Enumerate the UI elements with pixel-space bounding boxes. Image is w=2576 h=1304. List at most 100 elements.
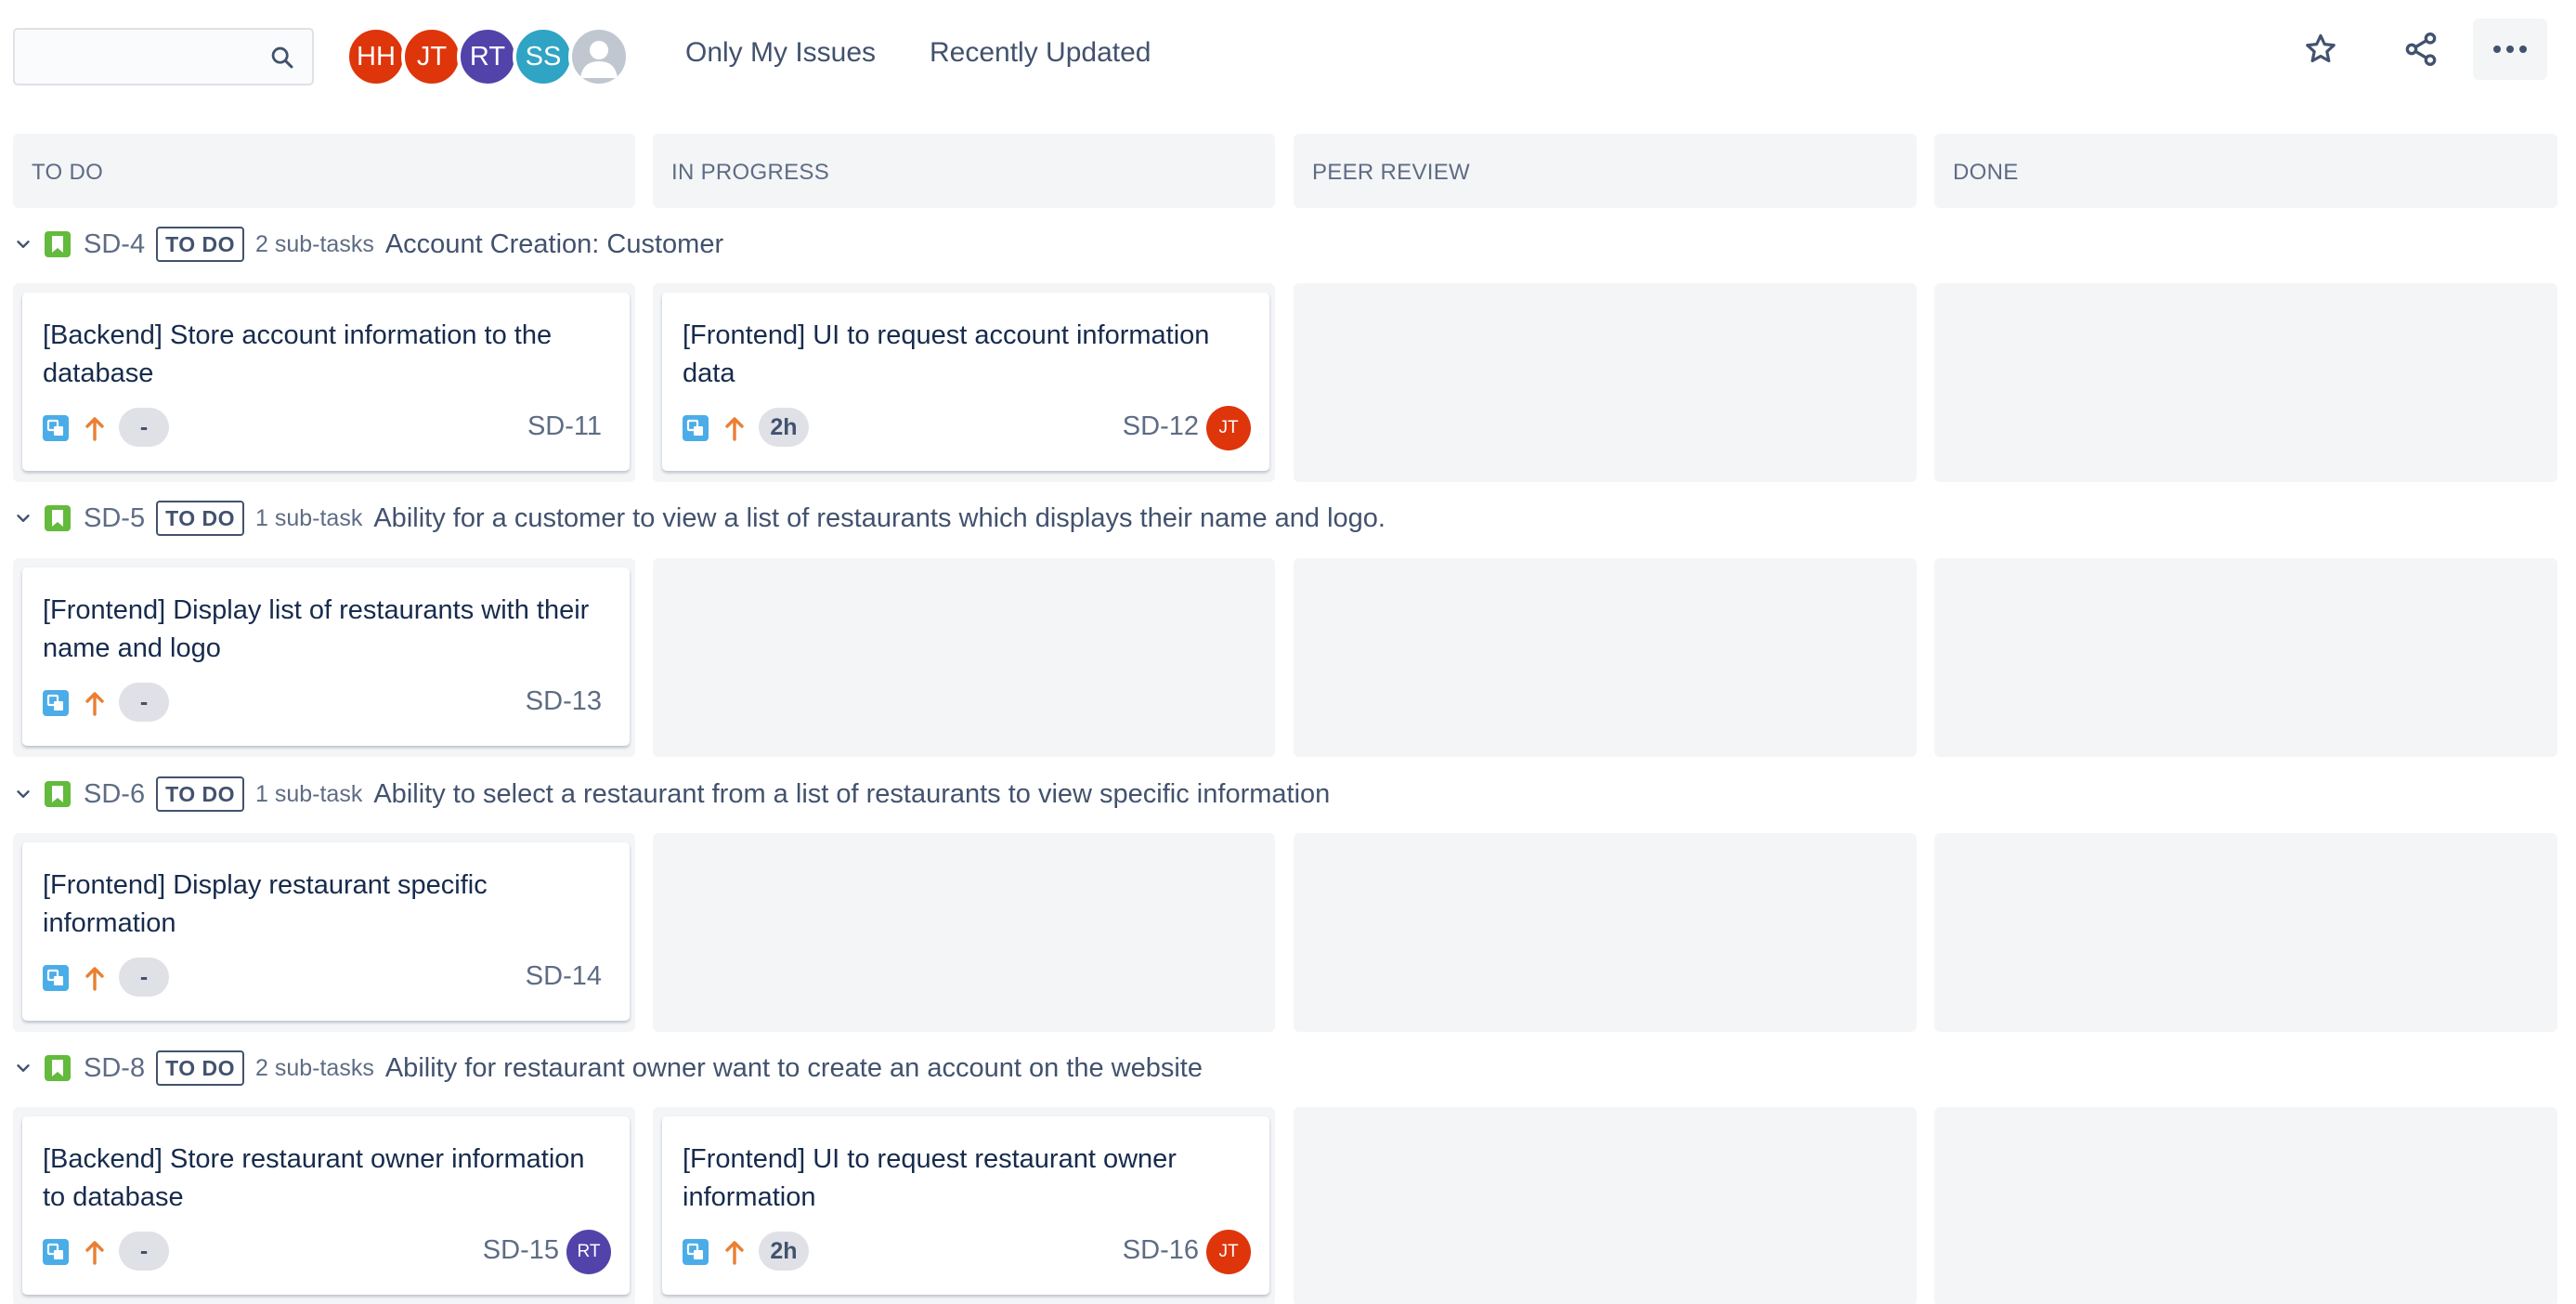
- search-box[interactable]: [13, 28, 314, 85]
- subtask-icon: [43, 415, 69, 441]
- story-icon: [45, 781, 71, 807]
- swimlane-summary[interactable]: Ability for a customer to view a list of…: [373, 503, 1386, 534]
- story-icon: [45, 1055, 71, 1081]
- board-cell-peer-review: [1294, 558, 1917, 757]
- issue-card[interactable]: [Frontend] UI to request account informa…: [662, 293, 1269, 471]
- status-badge: TO DO: [156, 227, 244, 262]
- avatar-initials: SS: [525, 41, 562, 72]
- column-header-peer-review: PEER REVIEW: [1294, 134, 1917, 208]
- subtask-icon: [43, 965, 69, 991]
- card-issue-key[interactable]: SD-15: [429, 1235, 559, 1266]
- chevron-down-icon[interactable]: [13, 1058, 33, 1078]
- card-title: [Backend] Store restaurant owner informa…: [43, 1144, 585, 1212]
- swimlane-summary[interactable]: Ability to select a restaurant from a li…: [373, 779, 1330, 810]
- assignee-avatar[interactable]: JT: [1206, 1230, 1251, 1274]
- avatar-filter[interactable]: RT: [457, 26, 518, 87]
- swimlane-issue-key[interactable]: SD-8: [84, 1053, 145, 1084]
- swimlane-issue-key[interactable]: SD-5: [84, 503, 145, 534]
- avatar-initials: RT: [469, 41, 506, 72]
- issue-card[interactable]: [Frontend] UI to request restaurant owne…: [662, 1116, 1269, 1295]
- estimate-badge: -: [119, 1232, 169, 1271]
- subtask-count: 1 sub-task: [255, 504, 363, 531]
- assignee-avatar[interactable]: RT: [566, 1230, 611, 1274]
- estimate-badge: -: [119, 958, 169, 997]
- priority-high-icon: [85, 1241, 104, 1265]
- quick-filter-recently-updated[interactable]: Recently Updated: [930, 37, 1151, 69]
- card-title: [Frontend] Display list of restaurants w…: [43, 595, 590, 663]
- chevron-down-icon[interactable]: [13, 234, 33, 254]
- subtask-count: 1 sub-task: [255, 780, 363, 807]
- share-button[interactable]: [2387, 19, 2455, 80]
- swimlane-header[interactable]: SD-4 TO DO 2 sub-tasks Account Creation:…: [13, 224, 723, 265]
- issue-card[interactable]: [Frontend] Display list of restaurants w…: [22, 567, 630, 746]
- more-actions-button[interactable]: [2473, 19, 2547, 80]
- card-issue-key[interactable]: SD-16: [1069, 1235, 1199, 1266]
- board-cell-done: [1934, 558, 2557, 757]
- assignee-avatar[interactable]: JT: [1206, 406, 1251, 450]
- priority-high-icon: [85, 692, 104, 716]
- swimlane-header[interactable]: SD-5 TO DO 1 sub-task Ability for a cust…: [13, 498, 1386, 539]
- avatar-filter[interactable]: JT: [401, 26, 462, 87]
- swimlane-issue-key[interactable]: SD-6: [84, 779, 145, 810]
- card-issue-key[interactable]: SD-11: [472, 411, 602, 442]
- board-cell-in-progress: [653, 833, 1275, 1032]
- board-cell-in-progress: [Frontend] UI to request restaurant owne…: [653, 1107, 1275, 1304]
- avatar-filter[interactable]: HH: [345, 26, 407, 87]
- estimate-badge: 2h: [759, 1232, 809, 1271]
- card-title: [Backend] Store account information to t…: [43, 320, 553, 388]
- story-icon: [45, 505, 71, 531]
- star-icon: [2306, 33, 2335, 63]
- board-cell-peer-review: [1294, 283, 1917, 482]
- avatar-filter-unassigned[interactable]: [568, 26, 630, 87]
- share-icon: [2405, 33, 2437, 67]
- estimate-badge: -: [119, 408, 169, 447]
- board-cell-todo: [Backend] Store account information to t…: [13, 283, 635, 482]
- priority-high-icon: [725, 1241, 744, 1265]
- board-toolbar: HH JT RT SS Only My Issues Recently Upda…: [0, 0, 2576, 121]
- column-header-in-progress: IN PROGRESS: [653, 134, 1275, 208]
- swimlane-issue-key[interactable]: SD-4: [84, 229, 145, 260]
- subtask-icon: [43, 690, 69, 716]
- issue-card[interactable]: [Backend] Store restaurant owner informa…: [22, 1116, 630, 1295]
- board-cell-peer-review: [1294, 1107, 1917, 1304]
- subtask-count: 2 sub-tasks: [255, 230, 374, 257]
- chevron-down-icon[interactable]: [13, 784, 33, 804]
- board-cell-done: [1934, 283, 2557, 482]
- story-icon: [45, 231, 71, 257]
- star-button[interactable]: [2286, 19, 2355, 80]
- card-issue-key[interactable]: SD-12: [1069, 411, 1199, 442]
- card-issue-key[interactable]: SD-14: [472, 961, 602, 992]
- avatar-initials: JT: [416, 41, 448, 72]
- board-cell-in-progress: [653, 558, 1275, 757]
- board-cell-todo: [Frontend] Display list of restaurants w…: [13, 558, 635, 757]
- estimate-badge: -: [119, 683, 169, 722]
- card-title: [Frontend] UI to request restaurant owne…: [683, 1144, 1177, 1212]
- subtask-icon: [43, 1239, 69, 1265]
- swimlane-summary[interactable]: Ability for restaurant owner want to cre…: [385, 1053, 1203, 1084]
- issue-card[interactable]: [Backend] Store account information to t…: [22, 293, 630, 471]
- card-issue-key[interactable]: SD-13: [472, 686, 602, 717]
- issue-card[interactable]: [Frontend] Display restaurant specific i…: [22, 842, 630, 1021]
- board-cell-todo: [Frontend] Display restaurant specific i…: [13, 833, 635, 1032]
- estimate-badge: 2h: [759, 408, 809, 447]
- board-cell-done: [1934, 833, 2557, 1032]
- swimlane-header[interactable]: SD-8 TO DO 2 sub-tasks Ability for resta…: [13, 1048, 1203, 1089]
- swimlane-summary[interactable]: Account Creation: Customer: [385, 229, 723, 260]
- board-cell-peer-review: [1294, 833, 1917, 1032]
- status-badge: TO DO: [156, 1050, 244, 1086]
- swimlane-header[interactable]: SD-6 TO DO 1 sub-task Ability to select …: [13, 774, 1330, 815]
- search-input[interactable]: [15, 30, 312, 84]
- chevron-down-icon[interactable]: [13, 508, 33, 528]
- board-cell-done: [1934, 1107, 2557, 1304]
- person-icon: [580, 41, 618, 78]
- subtask-count: 2 sub-tasks: [255, 1054, 374, 1081]
- subtask-icon: [683, 415, 709, 441]
- priority-high-icon: [725, 417, 744, 441]
- card-title: [Frontend] UI to request account informa…: [683, 320, 1210, 388]
- subtask-icon: [683, 1239, 709, 1265]
- avatar-initials: HH: [357, 41, 396, 72]
- avatar-filter[interactable]: SS: [513, 26, 574, 87]
- board-cell-in-progress: [Frontend] UI to request account informa…: [653, 283, 1275, 482]
- quick-filter-only-my-issues[interactable]: Only My Issues: [685, 37, 876, 69]
- priority-high-icon: [85, 417, 104, 441]
